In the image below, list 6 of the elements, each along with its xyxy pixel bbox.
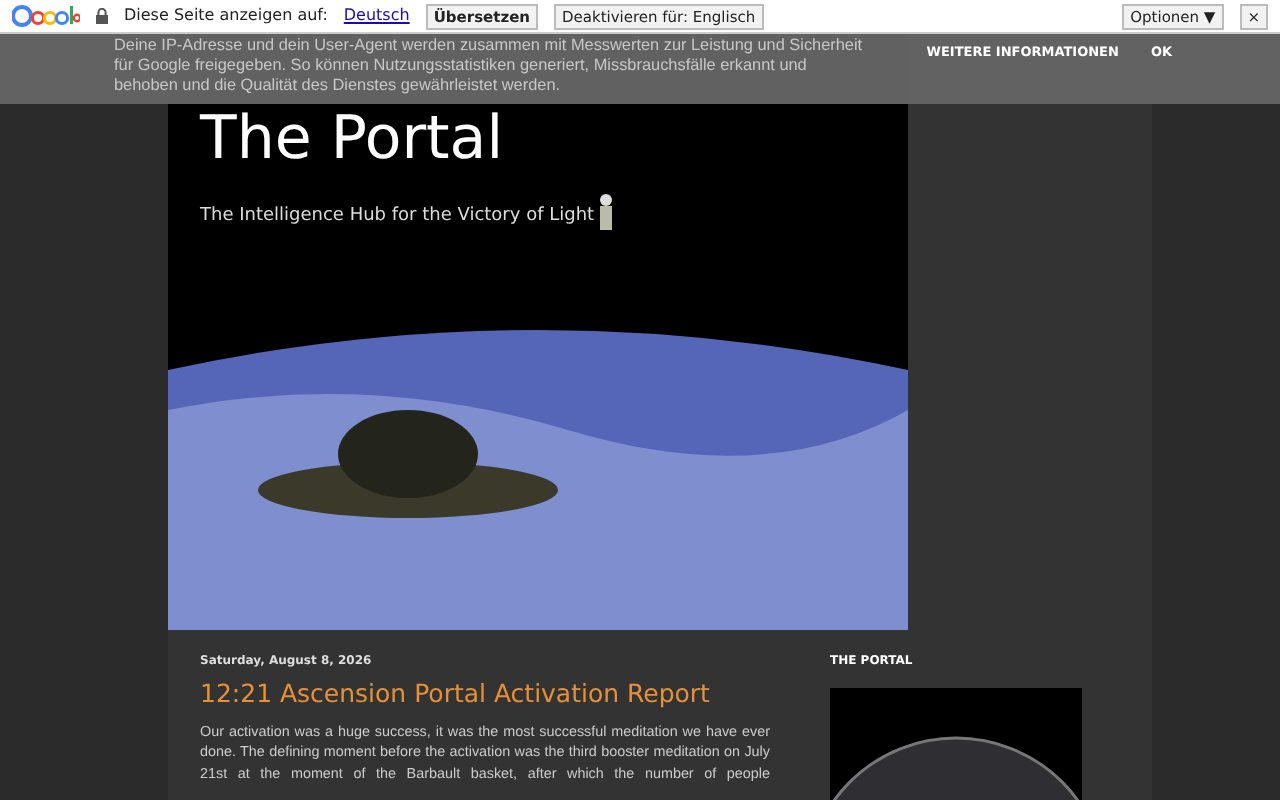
blog-tagline: The Intelligence Hub for the Victory of Light: [200, 203, 595, 229]
translate-label: Diese Seite anzeigen auf:: [124, 4, 328, 28]
blog-title: The Portal: [200, 106, 504, 174]
language-link[interactable]: Deutsch: [343, 4, 410, 28]
post-title[interactable]: 12:21 Ascension Portal Activation Report: [200, 676, 770, 714]
cookie-notice: Deine IP-Adresse und dein User-Agent werden zusammen mit Messwerten zur Leistung und Sicherheit für Google freigegeben. So können Nutzungsstatistiken generiert, Missbrauchsfälle erkannt und behoben und die Qualität des Dienstes gewährleistet werden.: [114, 36, 865, 98]
